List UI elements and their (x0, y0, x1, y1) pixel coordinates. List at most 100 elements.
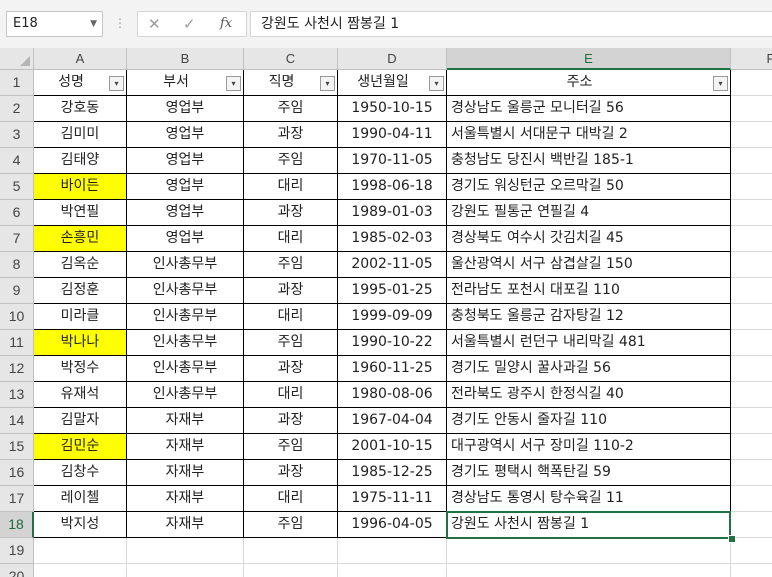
row-header-14[interactable]: 14 (0, 408, 34, 434)
cell-title[interactable]: 과장 (244, 460, 338, 486)
cell-dept[interactable]: 영업부 (127, 96, 244, 122)
header-cell-birth[interactable]: 생년월일 ▾ (338, 70, 447, 96)
cell-title[interactable]: 대리 (244, 226, 338, 252)
column-header-b[interactable]: B (127, 48, 244, 70)
filter-dropdown-icon[interactable]: ▾ (429, 76, 444, 91)
spreadsheet-grid[interactable]: ABCDEF 1 2 3 4 5 6 7 8 9 10 11 12 13 14 15 16 17 18 19 20 성… (0, 48, 772, 577)
filter-dropdown-icon[interactable]: ▾ (320, 76, 335, 91)
cell-dept[interactable]: 인사총무부 (127, 382, 244, 408)
cell-birth[interactable]: 1989-01-03 (338, 200, 447, 226)
cell-addr[interactable]: 경상남도 울릉군 모니터길 56 (447, 96, 731, 122)
empty-cell[interactable] (731, 122, 772, 148)
header-cell-name[interactable]: 성명 ▾ (34, 70, 127, 96)
cell-addr[interactable]: 경기도 밀양시 꿀사과길 56 (447, 356, 731, 382)
cell-name[interactable]: 바이든 (34, 174, 127, 200)
empty-cell[interactable] (731, 330, 772, 356)
row-header-3[interactable]: 3 (0, 122, 34, 148)
empty-cell[interactable] (731, 434, 772, 460)
empty-cell[interactable] (731, 252, 772, 278)
cell-dept[interactable]: 자재부 (127, 486, 244, 512)
cell-dept[interactable]: 인사총무부 (127, 330, 244, 356)
cell-dept[interactable]: 자재부 (127, 460, 244, 486)
empty-cell[interactable] (731, 226, 772, 252)
name-box[interactable]: E18 ▼ (6, 11, 103, 37)
column-header-f[interactable]: F (731, 48, 772, 70)
cell-name[interactable]: 박나나 (34, 330, 127, 356)
row-header-16[interactable]: 16 (0, 460, 34, 486)
cell-birth[interactable]: 1990-10-22 (338, 330, 447, 356)
cell-name[interactable]: 김태양 (34, 148, 127, 174)
cell-birth[interactable]: 2001-10-15 (338, 434, 447, 460)
cell-birth[interactable]: 1975-11-11 (338, 486, 447, 512)
row-header-2[interactable]: 2 (0, 96, 34, 122)
cell-addr[interactable]: 경상남도 통영시 탕수육길 11 (447, 486, 731, 512)
cancel-icon[interactable]: ✕ (148, 15, 161, 33)
cell-title[interactable]: 대리 (244, 304, 338, 330)
cell-title[interactable]: 주임 (244, 96, 338, 122)
row-header-5[interactable]: 5 (0, 174, 34, 200)
cell-birth[interactable]: 1950-10-15 (338, 96, 447, 122)
empty-cell[interactable] (731, 408, 772, 434)
empty-cell[interactable] (731, 512, 772, 538)
cell-name[interactable]: 김민순 (34, 434, 127, 460)
row-header-15[interactable]: 15 (0, 434, 34, 460)
cell-birth[interactable]: 1970-11-05 (338, 148, 447, 174)
empty-cell[interactable] (34, 564, 127, 577)
cell-birth[interactable]: 1990-04-11 (338, 122, 447, 148)
cell-addr[interactable]: 경기도 워싱턴군 오르막길 50 (447, 174, 731, 200)
fill-handle[interactable] (728, 535, 736, 543)
column-header-c[interactable]: C (244, 48, 338, 70)
empty-cell[interactable] (731, 278, 772, 304)
cell-name[interactable]: 김창수 (34, 460, 127, 486)
cell-addr[interactable]: 강원도 필통군 연필길 4 (447, 200, 731, 226)
cell-title[interactable]: 대리 (244, 174, 338, 200)
cell-title[interactable]: 대리 (244, 382, 338, 408)
row-header-10[interactable]: 10 (0, 304, 34, 330)
cell-birth[interactable]: 1967-04-04 (338, 408, 447, 434)
cell-title[interactable]: 주임 (244, 512, 338, 538)
cell-dept[interactable]: 영업부 (127, 122, 244, 148)
cell-title[interactable]: 주임 (244, 434, 338, 460)
empty-cell[interactable] (731, 460, 772, 486)
filter-dropdown-icon[interactable]: ▾ (713, 76, 728, 91)
empty-cell[interactable] (731, 304, 772, 330)
cell-addr[interactable]: 경기도 안동시 줄자길 110 (447, 408, 731, 434)
cell-birth[interactable]: 1995-01-25 (338, 278, 447, 304)
row-header-20[interactable]: 20 (0, 564, 34, 577)
empty-cell[interactable] (338, 564, 447, 577)
cell-dept[interactable]: 영업부 (127, 148, 244, 174)
select-all-button[interactable] (0, 48, 34, 70)
row-header-8[interactable]: 8 (0, 252, 34, 278)
cell-addr[interactable]: 서울특별시 서대문구 대박길 2 (447, 122, 731, 148)
cell-title[interactable]: 주임 (244, 330, 338, 356)
empty-cell[interactable] (244, 564, 338, 577)
cell-dept[interactable]: 영업부 (127, 226, 244, 252)
cell-name[interactable]: 유재석 (34, 382, 127, 408)
empty-cell[interactable] (731, 538, 772, 564)
cell-addr[interactable]: 대구광역시 서구 장미길 110-2 (447, 434, 731, 460)
cell-name[interactable]: 손흥민 (34, 226, 127, 252)
cell-dept[interactable]: 자재부 (127, 434, 244, 460)
cell-title[interactable]: 과장 (244, 200, 338, 226)
cell-addr[interactable]: 경상북도 여수시 갓김치길 45 (447, 226, 731, 252)
cell-name[interactable]: 김옥순 (34, 252, 127, 278)
cell-dept[interactable]: 인사총무부 (127, 278, 244, 304)
empty-cell[interactable] (731, 564, 772, 577)
row-header-9[interactable]: 9 (0, 278, 34, 304)
cell-birth[interactable]: 2002-11-05 (338, 252, 447, 278)
cell-birth[interactable]: 1996-04-05 (338, 512, 447, 538)
column-header-d[interactable]: D (338, 48, 447, 70)
cell-dept[interactable]: 자재부 (127, 408, 244, 434)
cell-birth[interactable]: 1998-06-18 (338, 174, 447, 200)
cell-title[interactable]: 대리 (244, 486, 338, 512)
cell-title[interactable]: 주임 (244, 148, 338, 174)
cell-name[interactable]: 미라클 (34, 304, 127, 330)
cell-addr[interactable]: 충청북도 울릉군 감자탕길 12 (447, 304, 731, 330)
row-header-12[interactable]: 12 (0, 356, 34, 382)
column-header-a[interactable]: A (34, 48, 127, 70)
empty-cell[interactable] (127, 538, 244, 564)
empty-cell[interactable] (731, 200, 772, 226)
cell-addr[interactable]: 전라남도 포천시 대포길 110 (447, 278, 731, 304)
row-header-1[interactable]: 1 (0, 70, 34, 96)
cell-name[interactable]: 김정훈 (34, 278, 127, 304)
